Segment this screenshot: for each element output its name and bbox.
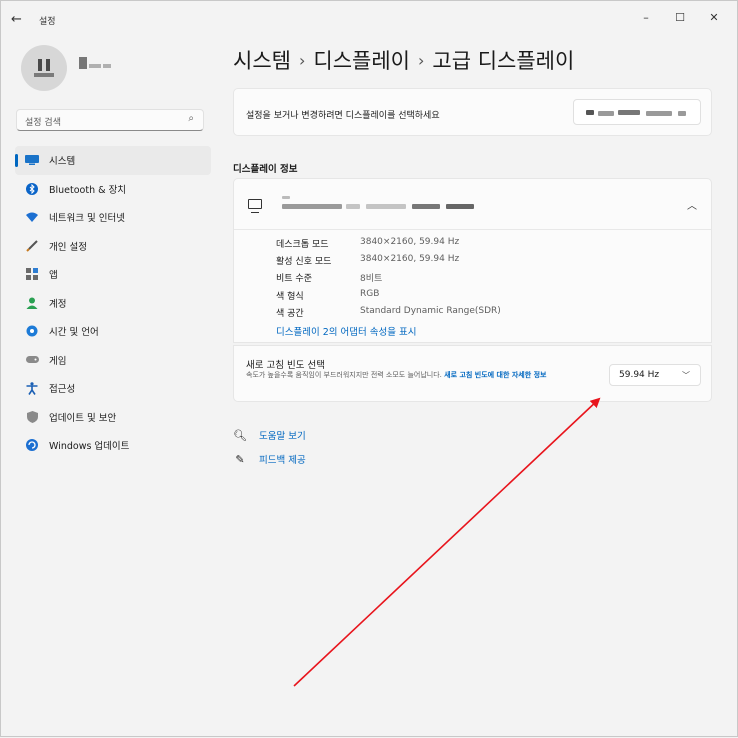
get-help-label: 도움말 보기 [259, 431, 306, 442]
display-select-dropdown[interactable] [573, 99, 701, 125]
adapter-properties-link[interactable]: 디스플레이 2의 어댑터 속성을 표시 [276, 324, 416, 338]
refresh-rate-value: 59.94 Hz [619, 370, 660, 380]
property-row: 데스크톱 모드 3840×2160, 59.94 Hz [276, 237, 459, 251]
refresh-rate-dropdown[interactable]: 59.94 Hz ﹀ [609, 364, 701, 386]
property-key: 활성 신호 모드 [276, 257, 332, 267]
system-icon [25, 153, 39, 167]
refresh-rate-title: 새로 고침 빈도 선택 [246, 360, 325, 371]
help-icon: 🔍︎ [233, 428, 247, 442]
avatar[interactable] [21, 45, 67, 91]
globe-icon [25, 324, 39, 338]
close-button[interactable]: ✕ [699, 7, 729, 29]
page-title: 고급 디스플레이 [432, 49, 575, 73]
sidebar-item-update-security[interactable]: 업데이트 및 보안 [15, 403, 211, 432]
section-title-display-info: 디스플레이 정보 [233, 164, 298, 175]
property-value: 3840×2160, 59.94 Hz [360, 237, 460, 247]
sidebar-item-windows-update[interactable]: Windows 업데이트 [15, 431, 211, 460]
property-value: RGB [360, 289, 380, 299]
sidebar-item-label: 네트워크 및 인터넷 [49, 213, 125, 225]
property-row: 활성 신호 모드 3840×2160, 59.94 Hz [276, 254, 459, 268]
network-icon [25, 210, 39, 224]
feedback-link[interactable]: ✎ 피드백 제공 [233, 452, 306, 467]
property-row: 색 형식 RGB [276, 289, 379, 303]
monitor-icon [248, 199, 262, 213]
bluetooth-icon [25, 182, 39, 196]
display-info-header[interactable]: ︿ [234, 179, 711, 230]
sidebar-item-network[interactable]: 네트워크 및 인터넷 [15, 203, 211, 232]
apps-icon [25, 267, 39, 281]
sidebar-item-label: 접근성 [49, 384, 76, 396]
search-input[interactable] [17, 113, 175, 133]
sidebar-item-label: 계정 [49, 298, 67, 310]
sidebar-item-personalization[interactable]: 개인 설정 [15, 232, 211, 261]
settings-window: ← 설정 – ☐ ✕ ⌕ 시스템 Bluetooth & 장치 네트워크 및 인… [0, 0, 738, 737]
property-key: 데스크톱 모드 [276, 240, 329, 250]
search-box[interactable]: ⌕ [16, 109, 204, 133]
breadcrumb-display[interactable]: 디스플레이 [313, 49, 410, 73]
chevron-down-icon: ﹀ [682, 371, 690, 380]
sidebar-item-label: 업데이트 및 보안 [49, 412, 117, 424]
property-row: 비트 수준 8비트 [276, 271, 382, 285]
sidebar-item-bluetooth[interactable]: Bluetooth & 장치 [15, 175, 211, 204]
brush-icon [25, 239, 39, 253]
refresh-rate-card: 새로 고침 빈도 선택 속도가 높을수록 움직임이 부드러워지지만 전력 소모도… [233, 345, 712, 402]
property-row: 색 공간 Standard Dynamic Range(SDR) [276, 306, 501, 320]
sidebar-item-system[interactable]: 시스템 [15, 146, 211, 175]
property-value: 3840×2160, 59.94 Hz [360, 254, 460, 264]
refresh-rate-description-text: 속도가 높을수록 움직임이 부드러워지지만 전력 소모도 늘어납니다. [246, 371, 442, 379]
sidebar-nav: 시스템 Bluetooth & 장치 네트워크 및 인터넷 개인 설정 앱 계정… [15, 146, 211, 460]
sidebar-item-label: 앱 [49, 270, 58, 282]
property-key: 색 공간 [276, 309, 304, 319]
refresh-rate-description: 속도가 높을수록 움직임이 부드러워지지만 전력 소모도 늘어납니다. 새로 고… [246, 370, 596, 381]
chevron-up-icon[interactable]: ︿ [687, 197, 697, 212]
select-display-card: 설정을 보거나 변경하려면 디스플레이를 선택하세요 [233, 88, 712, 136]
sidebar-item-accessibility[interactable]: 접근성 [15, 374, 211, 403]
feedback-icon: ✎ [235, 452, 245, 466]
back-button[interactable]: ← [11, 12, 27, 28]
property-value: 8비트 [360, 274, 383, 284]
sidebar-item-label: Bluetooth & 장치 [49, 184, 127, 196]
display-info-card: ︿ 데스크톱 모드 3840×2160, 59.94 Hz 활성 신호 모드 3… [233, 178, 712, 343]
sidebar-item-label: 시스템 [49, 156, 76, 168]
breadcrumb: 시스템 › 디스플레이 › 고급 디스플레이 [233, 45, 574, 75]
maximize-button[interactable]: ☐ [665, 7, 695, 29]
sidebar-item-time-language[interactable]: 시간 및 언어 [15, 317, 211, 346]
title-bar: ← 설정 – ☐ ✕ [1, 1, 737, 37]
get-help-link[interactable]: 🔍︎ 도움말 보기 [233, 428, 306, 443]
refresh-rate-more-link[interactable]: 새로 고침 빈도에 대한 자세한 정보 [444, 371, 546, 379]
sidebar-item-label: Windows 업데이트 [49, 441, 130, 453]
sidebar-item-label: 게임 [49, 355, 67, 367]
breadcrumb-separator: › [298, 51, 306, 70]
shield-icon [25, 410, 39, 424]
sidebar-item-label: 시간 및 언어 [49, 327, 99, 339]
profile-name-redacted [79, 57, 113, 73]
sidebar-item-accounts[interactable]: 계정 [15, 289, 211, 318]
gamepad-icon [25, 353, 39, 367]
property-key: 비트 수준 [276, 274, 312, 284]
sidebar-item-apps[interactable]: 앱 [15, 260, 211, 289]
sidebar-item-gaming[interactable]: 게임 [15, 346, 211, 375]
property-key: 색 형식 [276, 292, 304, 302]
update-icon [25, 438, 39, 452]
app-title: 설정 [39, 17, 56, 27]
sidebar-item-label: 개인 설정 [49, 241, 87, 253]
breadcrumb-separator: › [417, 51, 425, 70]
minimize-button[interactable]: – [631, 7, 661, 29]
select-display-label: 설정을 보거나 변경하려면 디스플레이를 선택하세요 [246, 111, 440, 121]
search-icon[interactable]: ⌕ [188, 113, 194, 124]
property-value: Standard Dynamic Range(SDR) [360, 306, 501, 316]
feedback-label: 피드백 제공 [259, 455, 306, 466]
accessibility-icon [25, 381, 39, 395]
account-icon [25, 296, 39, 310]
breadcrumb-system[interactable]: 시스템 [233, 49, 291, 73]
